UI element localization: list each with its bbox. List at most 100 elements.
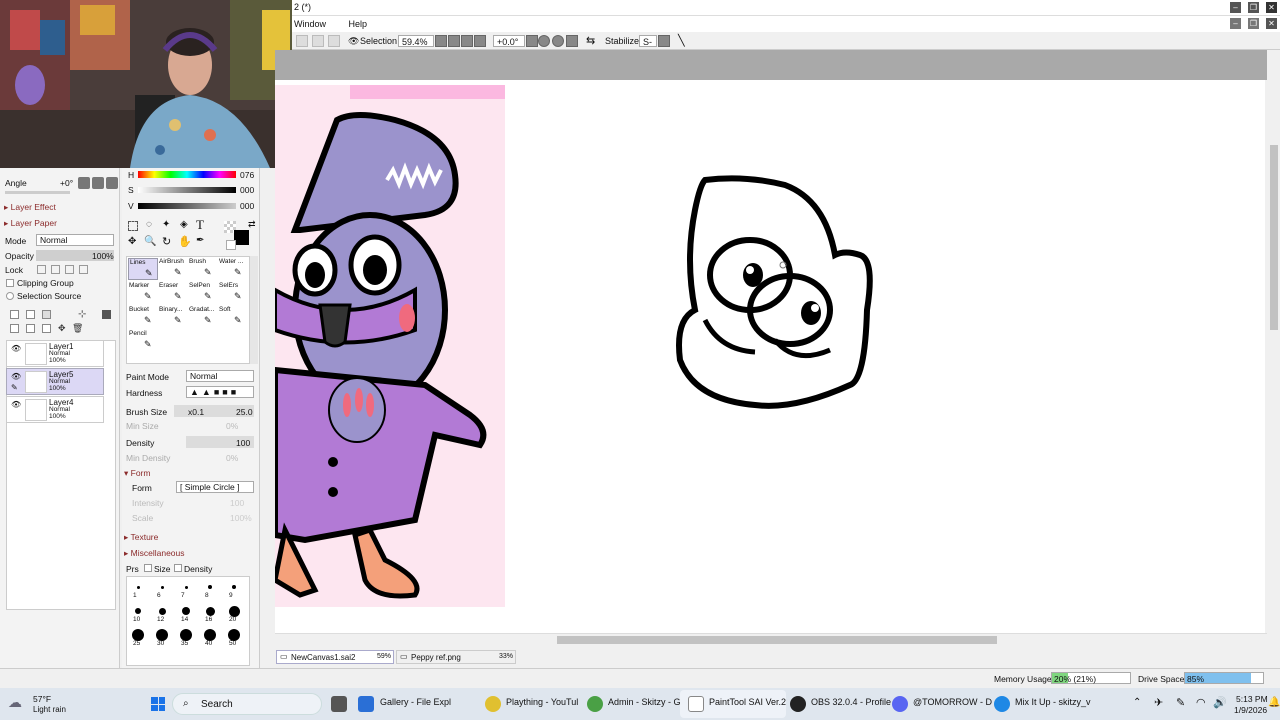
angle-right-icon[interactable] bbox=[106, 177, 118, 189]
brush-tool-7[interactable]: SelErs ✎ bbox=[218, 282, 248, 304]
brush-tool-1[interactable]: AirBrush ✎ bbox=[158, 258, 188, 280]
move-layer-icon[interactable]: ✥ bbox=[58, 324, 67, 333]
move-tool-icon[interactable]: ✥ bbox=[128, 236, 136, 247]
layer-item-selected[interactable]: 👁 ✎ Layer5 Normal 100% bbox=[6, 368, 104, 395]
pen-tray-icon[interactable]: ✎ bbox=[1176, 696, 1185, 709]
clock-date[interactable]: 1/9/2026 bbox=[1234, 705, 1267, 715]
lasso-icon[interactable]: ◌ bbox=[146, 219, 152, 230]
angle-slider[interactable] bbox=[5, 191, 70, 194]
painttool-sai-icon[interactable] bbox=[688, 696, 704, 712]
secondary-color-swatch[interactable] bbox=[226, 240, 236, 250]
menu-window[interactable]: Window bbox=[294, 16, 326, 32]
taskbar-app-3[interactable]: PaintTool SAI Ver.2 bbox=[709, 697, 786, 707]
tray-app-icon[interactable]: ✈ bbox=[1154, 696, 1163, 709]
layer-paper-section[interactable]: ▸ Layer Paper bbox=[4, 218, 57, 229]
primary-color-swatch[interactable] bbox=[234, 230, 249, 245]
swap-colors-icon[interactable]: ⇄ bbox=[248, 219, 256, 230]
merge-down-icon[interactable] bbox=[26, 324, 35, 333]
brush-tool-10[interactable]: Gradat... ✎ bbox=[188, 306, 218, 328]
stabilizer-dropdown-icon[interactable] bbox=[658, 35, 670, 47]
hue-slider[interactable] bbox=[138, 171, 236, 178]
minimize-icon[interactable]: – bbox=[1230, 2, 1241, 13]
chrome-icon[interactable] bbox=[485, 696, 501, 712]
taskbar-app-2[interactable]: Admin - Skitzy - Go bbox=[608, 697, 686, 707]
taskbar-search[interactable]: ⌕ Search bbox=[172, 693, 322, 715]
brush-size-dot[interactable] bbox=[135, 608, 141, 614]
rect-select-icon[interactable] bbox=[128, 221, 138, 231]
toolbar-btn-icon[interactable] bbox=[328, 35, 340, 47]
taskbar-app-1[interactable]: Plaything - YouTul bbox=[506, 697, 578, 707]
toolbar-btn-icon[interactable] bbox=[312, 35, 324, 47]
drawing-canvas[interactable] bbox=[275, 80, 1265, 633]
layer-item[interactable]: 👁 Layer4 Normal 100% bbox=[6, 396, 104, 423]
hand-tool-icon[interactable]: ✋ bbox=[178, 235, 192, 248]
taskbar-app-4[interactable]: OBS 32.0.4 - Profile bbox=[811, 697, 891, 707]
prs-density-checkbox[interactable] bbox=[174, 564, 182, 572]
chrome-icon[interactable] bbox=[587, 696, 603, 712]
new-folder-icon[interactable] bbox=[42, 310, 51, 319]
clock-time[interactable]: 5:13 PM bbox=[1236, 694, 1268, 704]
selection-toggle[interactable]: Selection bbox=[360, 35, 397, 47]
notification-bell-icon[interactable]: 🔔 bbox=[1268, 697, 1280, 708]
brush-size-dot[interactable] bbox=[205, 606, 215, 616]
copy-layer-icon[interactable] bbox=[10, 324, 19, 333]
brush-tool-4[interactable]: Marker ✎ bbox=[128, 282, 158, 304]
horizontal-scrollbar[interactable] bbox=[275, 633, 1267, 645]
taskbar-app-6[interactable]: Mix It Up - skitzy_v bbox=[1015, 697, 1091, 707]
vertical-scrollbar[interactable] bbox=[1267, 50, 1280, 645]
horizontal-scroll-thumb[interactable] bbox=[557, 636, 997, 644]
text-tool-icon[interactable]: T bbox=[196, 217, 204, 233]
rotate-right-icon[interactable] bbox=[552, 35, 564, 47]
wifi-icon[interactable]: ◠ bbox=[1196, 696, 1206, 709]
task-view-icon[interactable] bbox=[331, 696, 347, 712]
trash-icon[interactable]: 🗑 bbox=[72, 323, 83, 333]
brush-size-dot[interactable] bbox=[228, 605, 240, 617]
layer-item[interactable]: 👁 Layer1 Normal 100% bbox=[6, 340, 104, 367]
doc-restore-icon[interactable]: ❐ bbox=[1248, 18, 1259, 29]
mixitup-icon[interactable] bbox=[994, 696, 1010, 712]
layer-mask-icon[interactable] bbox=[102, 310, 111, 319]
doc-close-icon[interactable]: ✕ bbox=[1266, 18, 1277, 29]
fill-tool-icon[interactable]: ◈ bbox=[180, 219, 188, 230]
brush-tool-9[interactable]: Binary... ✎ bbox=[158, 306, 188, 328]
brush-grid-scrollbar[interactable] bbox=[250, 256, 258, 364]
brush-tool-6[interactable]: SelPen ✎ bbox=[188, 282, 218, 304]
zoom-out-icon[interactable] bbox=[448, 35, 460, 47]
line-tool-icon[interactable]: ╲ bbox=[678, 35, 685, 47]
toolbar-btn-icon[interactable] bbox=[296, 35, 308, 47]
misc-section[interactable]: ▸ Miscellaneous bbox=[124, 548, 185, 559]
visibility-eye-icon[interactable]: 👁 bbox=[11, 372, 21, 381]
brush-tool-8[interactable]: Bucket ✎ bbox=[128, 306, 158, 328]
tab-peppy-ref[interactable]: ▭ Peppy ref.png 33% bbox=[396, 650, 516, 664]
prs-size-checkbox[interactable] bbox=[144, 564, 152, 572]
rotate-tool-icon[interactable]: ↻ bbox=[162, 235, 171, 248]
zoom-field[interactable]: 59.4% bbox=[398, 35, 434, 47]
doc-minimize-icon[interactable]: – bbox=[1230, 18, 1241, 29]
tray-chevron-icon[interactable]: ⌃ bbox=[1133, 697, 1141, 708]
zoom-tool-icon[interactable]: 🔍 bbox=[144, 236, 156, 247]
brush-size-dot[interactable] bbox=[160, 585, 164, 589]
magic-wand-icon[interactable]: ✦ bbox=[162, 219, 170, 230]
brush-tool-0[interactable]: Lines ✎ bbox=[128, 258, 158, 280]
eye-icon[interactable]: 👁 bbox=[348, 35, 359, 47]
new-vector-layer-icon[interactable] bbox=[26, 310, 35, 319]
taskbar-app-0[interactable]: Gallery - File Expl bbox=[380, 697, 451, 707]
speaker-icon[interactable]: 🔊 bbox=[1213, 696, 1227, 709]
brush-tool-2[interactable]: Brush ✎ bbox=[188, 258, 218, 280]
hardness-selector[interactable]: ▲▲■■■ bbox=[186, 386, 254, 398]
zoom-dropdown-icon[interactable] bbox=[435, 35, 447, 47]
visibility-eye-icon[interactable]: 👁 bbox=[11, 400, 21, 409]
lock-all-icon[interactable] bbox=[79, 265, 88, 274]
brush-size-dot[interactable] bbox=[232, 585, 236, 589]
brush-size-dot[interactable] bbox=[208, 585, 212, 589]
windows-start-icon[interactable] bbox=[151, 697, 165, 711]
weather-desc[interactable]: Light rain bbox=[33, 705, 66, 714]
zoom-reset-icon[interactable] bbox=[474, 35, 486, 47]
brush-size-dot[interactable] bbox=[158, 607, 166, 615]
menu-help[interactable]: Help bbox=[349, 16, 368, 32]
clear-layer-icon[interactable] bbox=[42, 324, 51, 333]
transform-icon[interactable]: ⊹ bbox=[78, 310, 87, 320]
selection-source-checkbox[interactable] bbox=[6, 292, 14, 300]
taskbar-app-5[interactable]: @TOMORROW - D bbox=[913, 697, 992, 707]
brush-size-dot[interactable] bbox=[136, 585, 140, 589]
